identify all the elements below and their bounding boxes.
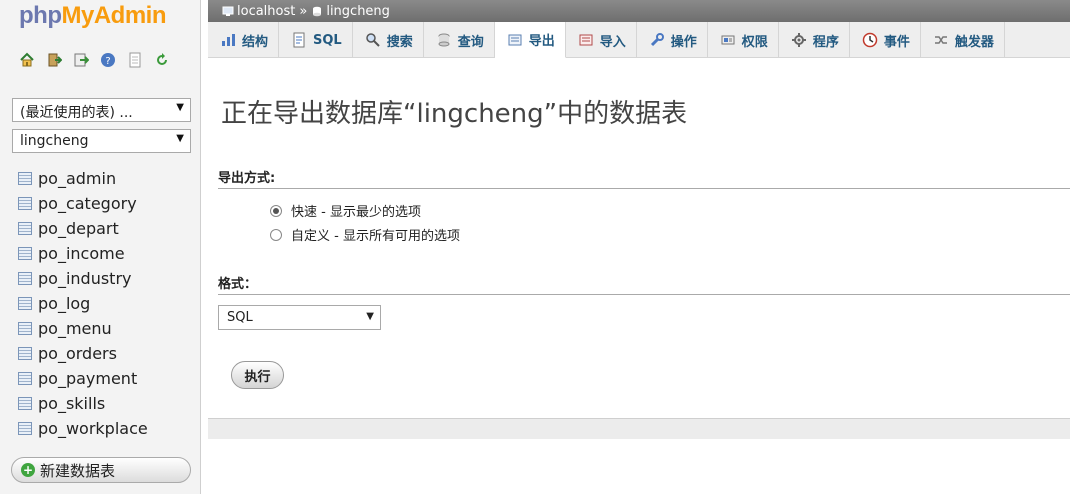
reload-icon[interactable]	[153, 52, 170, 69]
search-icon	[365, 32, 381, 48]
query-icon	[436, 32, 452, 48]
format-heading: 格式：	[218, 273, 1070, 295]
table-icon	[18, 347, 32, 360]
chevron-down-icon: ▼	[366, 311, 374, 322]
tab-operations[interactable]: 操作	[637, 22, 708, 58]
chevron-down-icon: ▼	[176, 133, 184, 144]
list-item[interactable]: po_menu	[18, 316, 148, 341]
tab-bar: 结构 SQL 搜索 查询 导出 导入 操作 权限 程序 事件 触发器	[208, 22, 1070, 58]
table-icon	[18, 197, 32, 210]
recent-tables-select[interactable]: (最近使用的表) ... ▼	[12, 98, 191, 122]
radio-quick[interactable]: 快速 - 显示最少的选项	[270, 201, 421, 220]
tab-import[interactable]: 导入	[566, 22, 637, 58]
list-item[interactable]: po_category	[18, 191, 148, 216]
breadcrumb-database[interactable]: lingcheng	[326, 4, 390, 19]
table-icon	[18, 372, 32, 385]
list-item[interactable]: po_industry	[18, 266, 148, 291]
table-list: po_admin po_category po_depart po_income…	[18, 166, 148, 441]
sql-query-icon[interactable]	[72, 52, 89, 69]
radio-custom[interactable]: 自定义 - 显示所有可用的选项	[270, 225, 460, 244]
triggers-icon	[933, 32, 949, 48]
nav-icon-row: ?	[18, 49, 170, 71]
list-item[interactable]: po_workplace	[18, 416, 148, 441]
help-icon[interactable]: ?	[99, 52, 116, 69]
routines-icon	[791, 32, 807, 48]
list-item[interactable]: po_orders	[18, 341, 148, 366]
exit-icon[interactable]	[45, 52, 62, 69]
chevron-down-icon: ▼	[176, 102, 184, 113]
go-button[interactable]: 执行	[231, 361, 284, 389]
table-icon	[18, 397, 32, 410]
export-method-heading: 导出方式:	[218, 167, 1070, 189]
sql-icon	[291, 32, 307, 48]
list-item[interactable]: po_log	[18, 291, 148, 316]
table-icon	[18, 172, 32, 185]
list-item[interactable]: po_skills	[18, 391, 148, 416]
database-select[interactable]: lingcheng ▼	[12, 129, 191, 153]
tab-export[interactable]: 导出	[494, 22, 566, 58]
tab-triggers[interactable]: 触发器	[921, 22, 1005, 58]
tab-privileges[interactable]: 权限	[708, 22, 779, 58]
table-icon	[18, 247, 32, 260]
footer-bar	[208, 418, 1070, 439]
list-item[interactable]: po_income	[18, 241, 148, 266]
breadcrumb-server[interactable]: localhost	[237, 4, 295, 19]
events-icon	[862, 32, 878, 48]
tab-sql[interactable]: SQL	[279, 22, 353, 58]
new-table-button[interactable]: + 新建数据表	[11, 457, 191, 483]
radio-button[interactable]	[270, 204, 282, 217]
breadcrumb: localhost » lingcheng	[208, 0, 1070, 22]
tab-structure[interactable]: 结构	[208, 22, 280, 58]
structure-icon	[220, 32, 236, 48]
page-title: 正在导出数据库“lingcheng”中的数据表	[221, 99, 688, 129]
wrench-icon	[649, 32, 665, 48]
list-item[interactable]: po_payment	[18, 366, 148, 391]
table-icon	[18, 297, 32, 310]
table-icon	[18, 222, 32, 235]
home-icon[interactable]	[18, 52, 35, 69]
navigation-panel: phpMyAdmin ? (最近使用的表) ... ▼ lingcheng ▼ …	[0, 0, 201, 494]
plus-icon: +	[21, 463, 35, 477]
list-item[interactable]: po_depart	[18, 216, 148, 241]
server-icon	[222, 6, 234, 17]
import-icon	[578, 32, 594, 48]
tab-search[interactable]: 搜索	[353, 22, 424, 58]
export-icon	[507, 32, 523, 48]
radio-button[interactable]	[270, 228, 282, 241]
table-icon	[18, 322, 32, 335]
docs-icon[interactable]	[126, 52, 143, 69]
list-item[interactable]: po_admin	[18, 166, 148, 191]
tab-query[interactable]: 查询	[424, 22, 495, 58]
format-select[interactable]: SQL ▼	[218, 305, 381, 330]
database-icon	[311, 6, 323, 17]
tab-routines[interactable]: 程序	[779, 22, 850, 58]
table-icon	[18, 422, 32, 435]
tab-events[interactable]: 事件	[850, 22, 921, 58]
privileges-icon	[720, 32, 736, 48]
phpmyadmin-logo[interactable]: phpMyAdmin	[19, 2, 166, 30]
svg-text:?: ?	[105, 56, 110, 67]
table-icon	[18, 272, 32, 285]
